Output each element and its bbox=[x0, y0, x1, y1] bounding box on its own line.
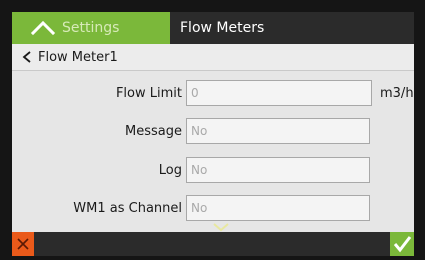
flow-limit-input[interactable]: 0 bbox=[186, 80, 372, 106]
wm1-channel-label: WM1 as Channel bbox=[73, 201, 182, 216]
form-row-flow-limit: Flow Limit 0 m3/h bbox=[12, 80, 414, 108]
top-tab-bar: Settings Flow Meters bbox=[12, 12, 414, 44]
form-row-wm1-channel: WM1 as Channel No bbox=[12, 195, 414, 223]
page-title: Flow Meter1 bbox=[38, 49, 118, 65]
chevron-down-icon[interactable] bbox=[212, 222, 230, 232]
log-field[interactable]: No bbox=[186, 157, 370, 183]
close-icon bbox=[17, 238, 29, 250]
device-frame: Settings Flow Meters Flow Meter1 Flow Li… bbox=[0, 0, 425, 260]
check-icon bbox=[393, 236, 412, 253]
tab-settings-label: Settings bbox=[62, 20, 120, 36]
flow-limit-unit: m3/h bbox=[380, 86, 414, 101]
form-row-message: Message No bbox=[12, 118, 414, 146]
tab-flow-meters[interactable]: Flow Meters bbox=[170, 12, 414, 44]
tab-flow-meters-label: Flow Meters bbox=[180, 20, 265, 36]
confirm-button[interactable] bbox=[390, 232, 414, 256]
touch-screen: Settings Flow Meters Flow Meter1 Flow Li… bbox=[12, 12, 414, 256]
message-field[interactable]: No bbox=[186, 118, 370, 144]
wm1-channel-field[interactable]: No bbox=[186, 195, 370, 221]
form-row-log: Log No bbox=[12, 157, 414, 185]
bottom-action-bar bbox=[12, 232, 414, 256]
breadcrumb[interactable]: Flow Meter1 bbox=[12, 44, 414, 71]
log-label: Log bbox=[158, 163, 182, 178]
chevron-left-icon bbox=[22, 51, 31, 63]
cancel-button[interactable] bbox=[12, 232, 34, 256]
tab-settings[interactable]: Settings bbox=[12, 12, 170, 44]
flow-limit-label: Flow Limit bbox=[115, 86, 182, 101]
chevron-up-icon bbox=[30, 20, 56, 36]
message-label: Message bbox=[125, 124, 182, 139]
